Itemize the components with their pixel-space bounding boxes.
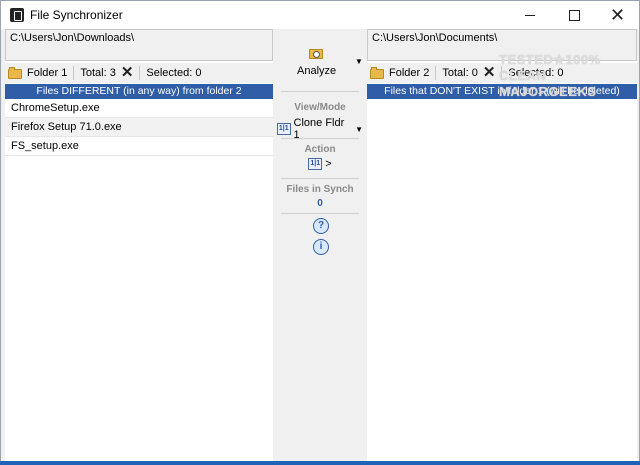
folder1-path-field[interactable]: C:\Users\Jon\Downloads\ (5, 29, 273, 61)
files-in-synch-count: 0 (317, 198, 323, 209)
maximize-icon (569, 9, 580, 21)
window-title: File Synchronizer (30, 8, 123, 22)
divider (139, 66, 141, 80)
file-row[interactable]: FS_setup.exe (5, 137, 273, 156)
divider (281, 178, 359, 179)
action-value: > (325, 158, 332, 170)
folder1-path: C:\Users\Jon\Downloads\ (10, 32, 135, 44)
watermark: TESTED★100% CLEAN MAJORGEEKS (499, 52, 635, 100)
watermark-line: MAJORGEEKS (499, 84, 597, 99)
clear-folder1-icon[interactable]: ✕ (121, 65, 134, 80)
folder1-filter-band[interactable]: Files DIFFERENT (in any way) from folder… (5, 84, 273, 99)
file-row[interactable]: Firefox Setup 71.0.exe (5, 118, 273, 137)
maximize-button[interactable] (552, 1, 597, 29)
divider (435, 66, 437, 80)
folder-icon[interactable] (8, 67, 24, 79)
folder2-path: C:\Users\Jon\Documents\ (372, 32, 498, 44)
view-mode-title: View/Mode (294, 102, 346, 113)
folder1-pane: C:\Users\Jon\Downloads\ Folder 1 Total: … (5, 29, 273, 462)
info-icon[interactable]: i (313, 239, 329, 255)
analyze-button[interactable]: Analyze ▼ (277, 43, 363, 83)
clone-mode-icon: 1|1 (277, 123, 291, 135)
action-icon: 1|1 (308, 158, 323, 170)
files-in-synch-title: Files in Synch (286, 184, 354, 195)
control-panel: Analyze ▼ View/Mode 1|1 Clone Fldr 1 ▼ A… (277, 29, 363, 462)
folder1-total: Total: 3 (80, 67, 116, 79)
folder1-button[interactable]: Folder 1 (27, 67, 67, 79)
analyze-label: Analyze (297, 65, 337, 77)
file-row[interactable]: ChromeSetup.exe (5, 99, 273, 118)
analyze-dropdown-icon[interactable]: ▼ (355, 57, 363, 66)
app-window: File Synchronizer ✕ C:\Users\Jon\Downloa… (0, 0, 640, 465)
divider (281, 138, 359, 139)
watermark-line: TESTED★100% CLEAN (499, 52, 601, 83)
minimize-icon (524, 14, 535, 16)
folder1-toolbar: Folder 1 Total: 3 ✕ Selected: 0 (5, 63, 273, 83)
clear-folder2-icon[interactable]: ✕ (483, 65, 496, 80)
folder1-selected: Selected: 0 (146, 67, 202, 79)
folder1-file-list: ChromeSetup.exe Firefox Setup 71.0.exe F… (5, 99, 273, 156)
action-button[interactable]: 1|1 > (277, 158, 363, 170)
chevron-down-icon: ▼ (355, 124, 363, 134)
help-icon[interactable]: ? (313, 218, 329, 234)
title-bar[interactable]: File Synchronizer ✕ (1, 1, 639, 29)
folder2-button[interactable]: Folder 2 (389, 67, 429, 79)
taskbar-edge (0, 461, 640, 465)
analyze-icon (309, 47, 323, 59)
action-title: Action (304, 144, 336, 155)
divider (73, 66, 75, 80)
close-icon: ✕ (609, 5, 626, 25)
divider (281, 213, 359, 214)
folder2-total: Total: 0 (442, 67, 478, 79)
app-icon (10, 8, 24, 22)
close-button[interactable]: ✕ (595, 1, 640, 29)
folder-icon[interactable] (370, 67, 386, 79)
divider (281, 91, 359, 92)
minimize-button[interactable] (507, 1, 552, 29)
